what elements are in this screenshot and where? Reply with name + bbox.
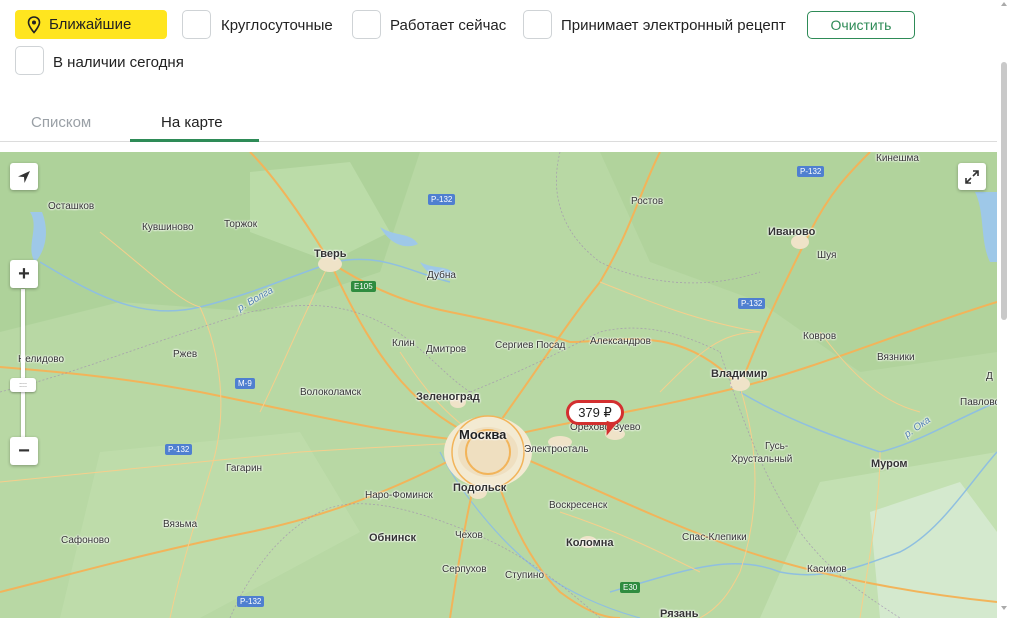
nearest-filter-label: Ближайшие xyxy=(49,16,132,33)
city-torzhok: Торжок xyxy=(224,219,258,230)
city-kovrov: Ковров xyxy=(803,331,837,342)
city-edge-d: Д xyxy=(986,371,993,382)
checkbox-open-now[interactable] xyxy=(352,10,381,39)
label-open-now: Работает сейчас xyxy=(390,17,507,34)
city-obninsk: Обнинск xyxy=(369,532,417,544)
city-zelenograd: Зеленоград xyxy=(416,391,480,403)
city-dubna: Дубна xyxy=(427,270,456,281)
city-aleksandrov: Александров xyxy=(590,336,651,347)
road-shield-r132: Р-132 xyxy=(428,194,456,205)
city-voskresensk: Воскресенск xyxy=(549,500,608,511)
city-volokolamsk: Волоколамск xyxy=(300,387,361,398)
city-ostashkov: Осташков xyxy=(48,201,95,212)
city-tver: Тверь xyxy=(314,248,347,260)
city-kasimov: Касимов xyxy=(807,564,847,575)
city-ryazan: Рязань xyxy=(660,608,699,618)
road-shield-r132: Р-132 xyxy=(797,166,825,177)
city-gus-line2: Хрустальный xyxy=(731,454,793,465)
city-naro-fominsk: Наро-Фоминск xyxy=(365,490,433,501)
city-klin: Клин xyxy=(392,338,415,349)
clear-filters-button[interactable]: Очистить xyxy=(807,11,915,39)
city-pavlovo: Павлово xyxy=(960,397,997,408)
tab-map[interactable]: На карте xyxy=(161,114,223,131)
zoom-in-button[interactable]: + xyxy=(10,260,38,288)
city-kolomna: Коломна xyxy=(566,537,614,549)
zoom-slider-handle[interactable]: :::: xyxy=(10,378,36,392)
active-tab-indicator xyxy=(130,139,259,142)
scrollbar-thumb[interactable] xyxy=(1001,62,1007,320)
city-elektrostal: Электросталь xyxy=(524,444,589,455)
checkbox-round-the-clock[interactable] xyxy=(182,10,211,39)
price-marker-label: 379 ₽ xyxy=(566,400,624,425)
city-rostov: Ростов xyxy=(631,196,664,207)
road-shield-m9: М-9 xyxy=(235,378,255,389)
city-podolsk: Подольск xyxy=(453,482,507,494)
zoom-out-button[interactable]: − xyxy=(10,437,38,465)
filter-bar: Ближайшие Круглосуточные Работает сейчас… xyxy=(0,0,997,90)
city-dmitrov: Дмитров xyxy=(426,344,467,355)
checkbox-e-prescription[interactable] xyxy=(523,10,552,39)
checkbox-in-stock-today[interactable] xyxy=(15,46,44,75)
city-kuvshinovo: Кувшиново xyxy=(142,222,194,233)
nearest-filter-chip[interactable]: Ближайшие xyxy=(15,10,167,39)
road-shield-r132: Р-132 xyxy=(237,596,265,607)
city-ivanovo: Иваново xyxy=(768,226,816,238)
page-scrollbar[interactable] xyxy=(997,0,1013,623)
scroll-down-arrow-icon[interactable] xyxy=(1001,606,1007,610)
city-gus-line1: Гусь- xyxy=(765,441,789,452)
location-pin-icon xyxy=(27,15,41,34)
city-moscow: Москва xyxy=(459,427,507,442)
navigation-arrow-icon xyxy=(18,170,30,183)
map-view[interactable]: Осташков Кувшиново Торжок Тверь Ростов К… xyxy=(0,152,997,618)
city-safonovo: Сафоново xyxy=(61,535,110,546)
city-murom: Муром xyxy=(871,458,908,470)
city-spas-klepiki: Спас-Клепики xyxy=(682,532,747,543)
road-shield-r132: Р-132 xyxy=(738,298,766,309)
city-stupino: Ступино xyxy=(505,570,544,581)
pharmacy-price-marker[interactable]: 379 ₽ xyxy=(566,400,624,438)
road-shield-r132: Р-132 xyxy=(165,444,193,455)
city-rzhev: Ржев xyxy=(173,349,198,360)
city-shuya: Шуя xyxy=(817,250,837,261)
city-vladimir: Владимир xyxy=(711,368,768,380)
view-tabs: Списком На карте xyxy=(0,104,997,142)
label-e-prescription: Принимает электронный рецепт xyxy=(561,17,786,34)
city-kineshma: Кинешма xyxy=(876,153,919,164)
city-serpukhov: Серпухов xyxy=(442,564,487,575)
expand-icon xyxy=(965,169,979,184)
label-round-the-clock: Круглосуточные xyxy=(221,17,333,34)
city-chekhov: Чехов xyxy=(455,530,483,541)
city-vyazniki: Вязники xyxy=(877,352,915,363)
city-sergiev-posad: Сергиев Посад xyxy=(495,340,566,351)
geolocation-button[interactable] xyxy=(10,163,38,190)
tab-list[interactable]: Списком xyxy=(31,114,91,131)
city-vyazma: Вязьма xyxy=(163,519,198,530)
label-in-stock-today: В наличии сегодня xyxy=(53,54,184,71)
scroll-up-arrow-icon[interactable] xyxy=(1001,2,1007,6)
zoom-slider-track[interactable] xyxy=(21,289,25,439)
city-gagarin: Гагарин xyxy=(226,463,263,474)
road-shield-e105: E105 xyxy=(351,281,376,292)
fullscreen-button[interactable] xyxy=(958,163,986,190)
road-shield-e30: E30 xyxy=(620,582,641,593)
